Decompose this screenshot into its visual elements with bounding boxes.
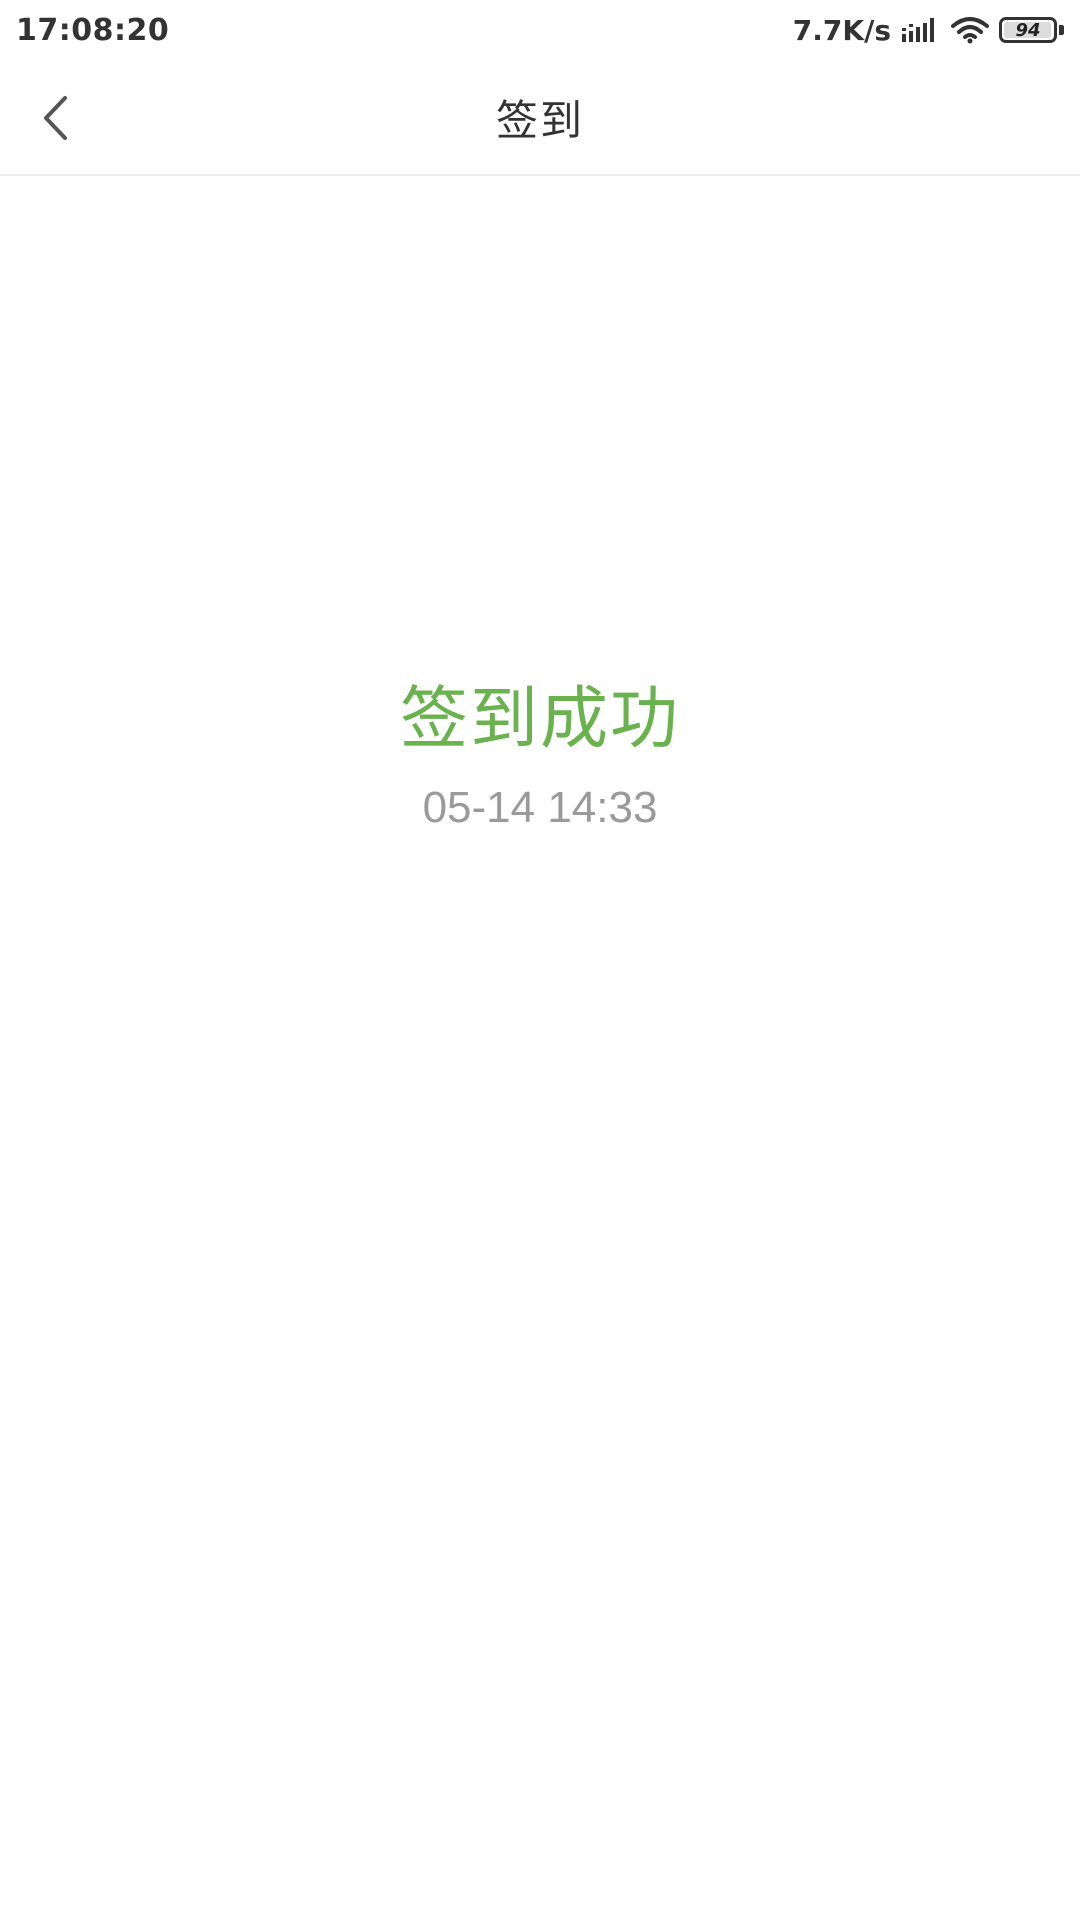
battery-level: 94 [1015,19,1041,41]
nav-bar: 签到 [0,60,1080,176]
check-in-success-text: 签到成功 [399,680,680,759]
battery-tip [1059,25,1064,35]
signal-icon [901,16,941,44]
check-in-result: 签到成功 05-14 14:33 [0,670,1080,836]
chevron-left-icon [44,96,67,140]
battery-icon: 94 [999,17,1064,43]
status-icons: 7.7K/s 94 [793,14,1064,47]
network-speed: 7.7K/s [792,13,891,47]
check-in-screen: 17:08:20 7.7K/s 94 签到 签到成功 05-14 14:33 [0,0,1080,1920]
page-title: 签到 [495,95,584,145]
status-time: 17:08:20 [16,12,170,48]
battery-shell: 94 [999,17,1057,43]
back-button[interactable] [20,78,90,158]
wifi-icon [951,16,989,44]
check-in-time: 05-14 14:33 [422,783,658,832]
status-bar: 17:08:20 7.7K/s 94 [0,0,1080,60]
